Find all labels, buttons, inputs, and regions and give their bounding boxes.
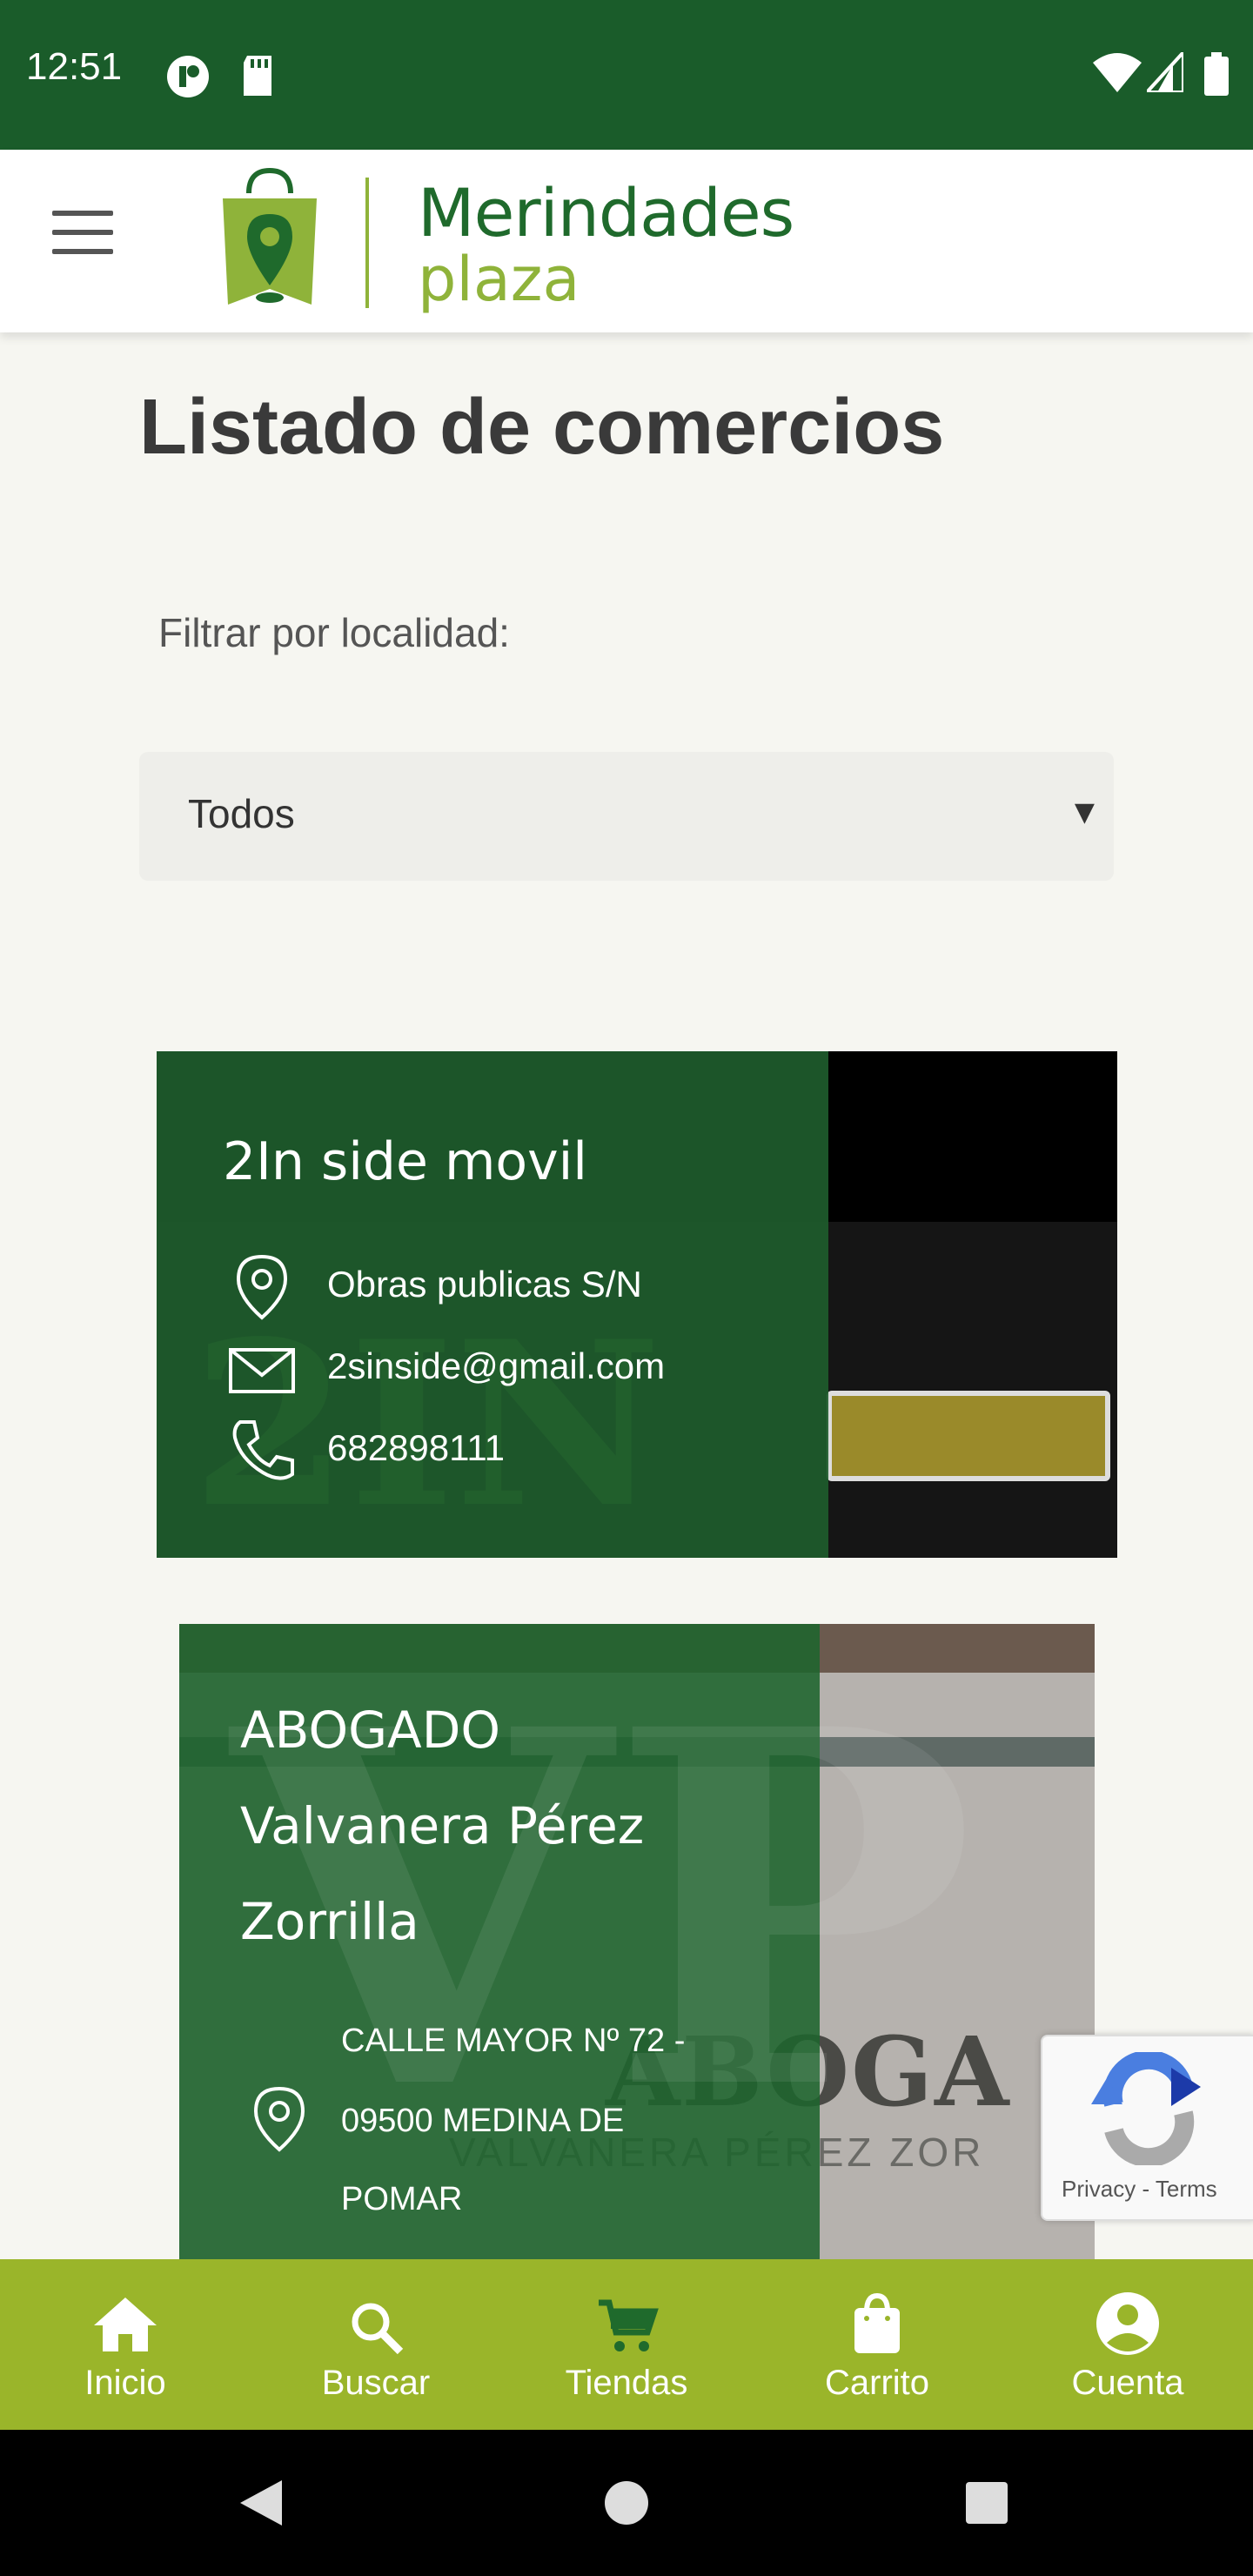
nav-item-inicio[interactable]: Inicio	[0, 2259, 251, 2430]
battery-icon	[1204, 52, 1229, 96]
store-name[interactable]: 2In side movil	[223, 1131, 587, 1192]
home-button-icon[interactable]	[602, 2479, 651, 2527]
recaptcha-links: Privacy - Terms	[1062, 2176, 1217, 2203]
nav-item-carrito[interactable]: Carrito	[752, 2259, 1002, 2430]
status-bar: 12:51	[0, 0, 1253, 150]
bag-icon	[854, 2292, 900, 2353]
system-navigation-bar	[0, 2430, 1253, 2576]
store-phone[interactable]: 682898111	[327, 1427, 505, 1469]
sd-card-icon	[244, 56, 271, 96]
shopping-bag-pin-icon	[223, 167, 317, 305]
location-filter-select[interactable]: Todos ▼	[139, 752, 1114, 881]
app-notification-icon	[167, 56, 209, 97]
location-pin-icon	[253, 2086, 305, 2152]
privacy-link[interactable]: Privacy	[1062, 2176, 1136, 2202]
nav-item-cuenta[interactable]: Cuenta	[1002, 2259, 1253, 2430]
app-header: Merindades plaza	[0, 150, 1253, 332]
nav-label: Inicio	[84, 2364, 166, 2402]
brand-logo[interactable]: Merindades plaza	[218, 167, 827, 315]
store-name-line[interactable]: Valvanera Pérez	[240, 1796, 644, 1855]
nav-label: Cuenta	[1071, 2364, 1184, 2402]
search-icon	[352, 2303, 404, 2355]
home-icon	[94, 2298, 157, 2351]
nav-label: Buscar	[321, 2364, 431, 2402]
store-address: Obras publicas S/N	[327, 1264, 642, 1305]
nav-item-tiendas[interactable]: Tiendas	[501, 2259, 752, 2430]
store-address-line: 09500 MEDINA DE	[341, 2103, 625, 2139]
wifi-icon	[1093, 53, 1142, 92]
nav-item-buscar[interactable]: Buscar	[251, 2259, 501, 2430]
store-name-line[interactable]: Zorrilla	[240, 1892, 419, 1951]
bottom-navigation: Inicio Buscar Tiendas Carrito Cuenta	[0, 2259, 1253, 2430]
store-address-line: POMAR	[341, 2181, 463, 2217]
links-separator: -	[1136, 2176, 1156, 2202]
store-card[interactable]: ABOGA VALVANERA PÉREZ ZOR VP ABOGADO Val…	[179, 1624, 1095, 2320]
nav-label: Carrito	[824, 2364, 930, 2402]
account-icon	[1096, 2292, 1159, 2355]
recaptcha-logo-icon	[1091, 2052, 1201, 2165]
page-title: Listado de comercios	[139, 384, 945, 471]
store-name-line[interactable]: ABOGADO	[240, 1701, 500, 1760]
terms-link[interactable]: Terms	[1156, 2176, 1217, 2202]
mail-icon	[229, 1348, 295, 1393]
menu-icon[interactable]	[52, 211, 113, 263]
location-filter-value: Todos	[188, 791, 295, 836]
filter-label: Filtrar por localidad:	[158, 610, 510, 655]
status-time: 12:51	[26, 45, 123, 88]
brand-name-line1: Merindades	[418, 174, 794, 252]
phone-icon	[232, 1420, 294, 1480]
back-icon[interactable]	[235, 2477, 287, 2529]
dropdown-arrow-icon: ▼	[1074, 797, 1095, 828]
store-address-line: CALLE MAYOR Nº 72 -	[341, 2023, 686, 2059]
cart-icon	[599, 2299, 659, 2351]
signal-icon	[1147, 52, 1183, 92]
store-card[interactable]: 2IN 2In side movil Obras publicas S/N 2s…	[157, 1051, 1117, 1558]
recents-icon[interactable]	[964, 2480, 1009, 2526]
recaptcha-badge[interactable]: Privacy - Terms	[1041, 2035, 1253, 2221]
nav-label: Tiendas	[565, 2364, 688, 2402]
brand-name-line2: plaza	[418, 244, 580, 315]
logo-divider	[365, 178, 369, 308]
location-pin-icon	[236, 1254, 288, 1320]
store-email[interactable]: 2sinside@gmail.com	[327, 1345, 665, 1387]
